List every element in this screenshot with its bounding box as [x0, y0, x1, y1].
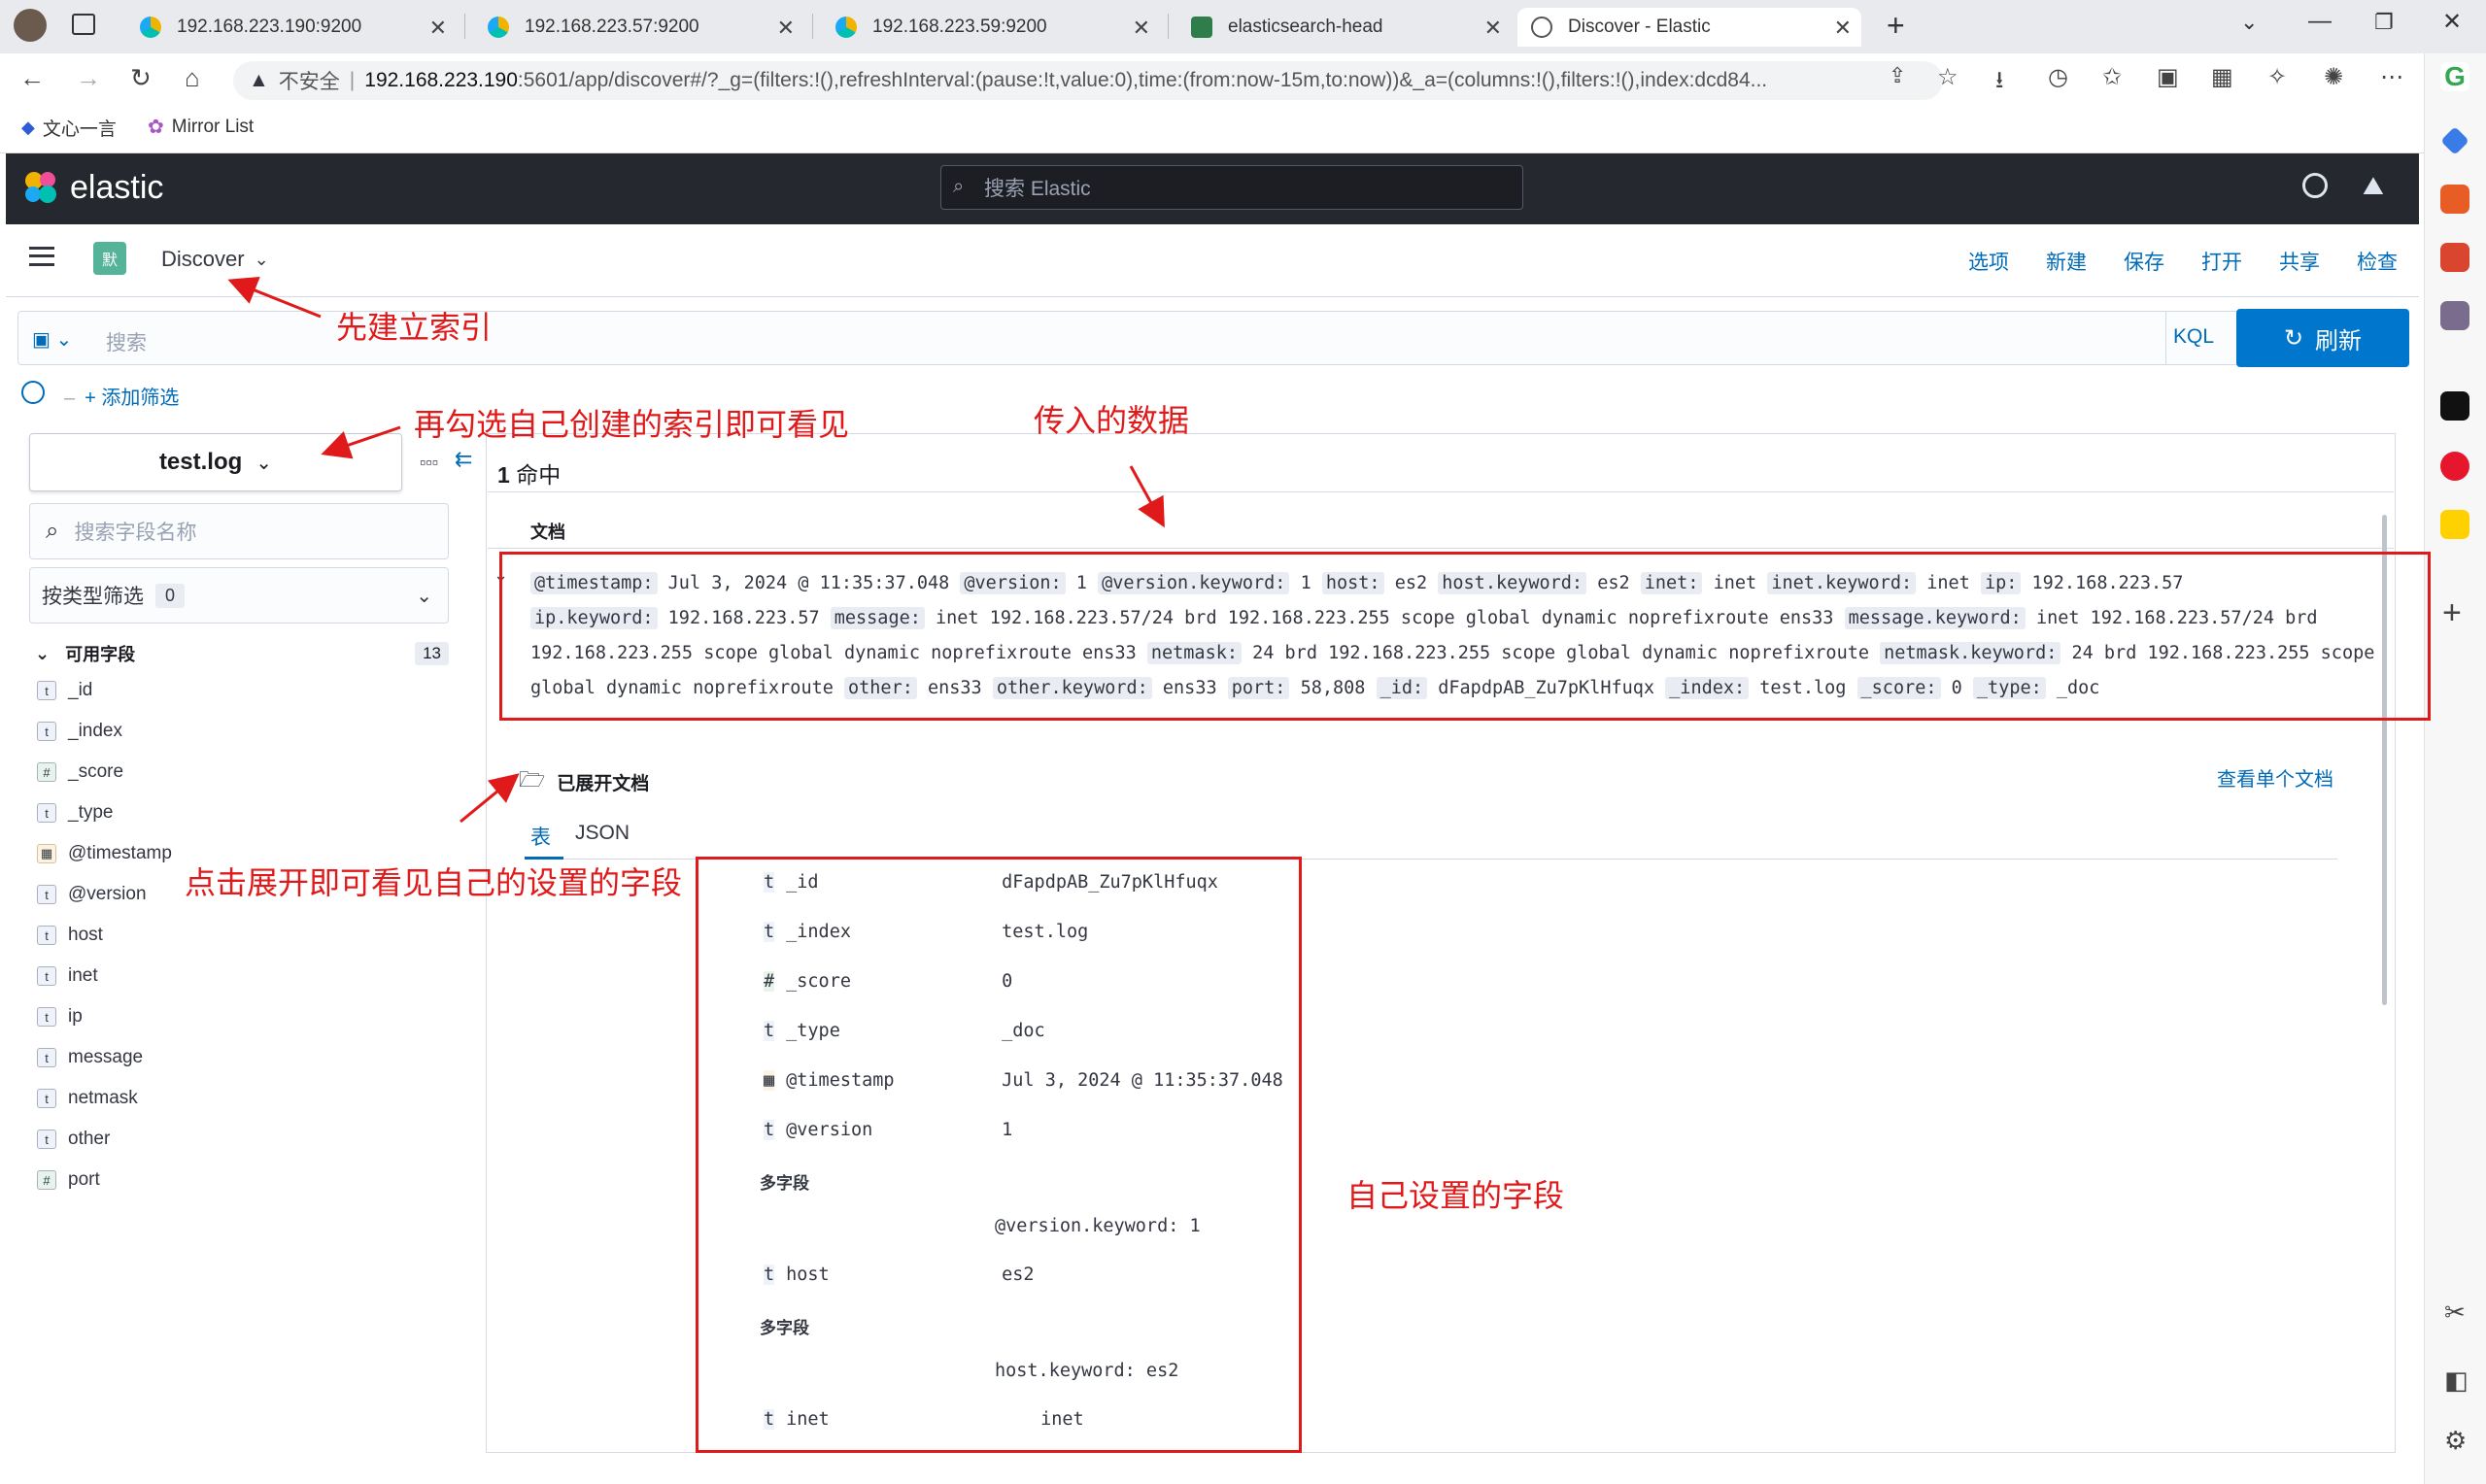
arrow-2 — [321, 425, 401, 459]
arrow-4 — [460, 773, 520, 824]
annotation-arrows — [227, 276, 1165, 824]
arrow-1 — [227, 276, 322, 319]
arrow-3 — [1129, 465, 1165, 528]
